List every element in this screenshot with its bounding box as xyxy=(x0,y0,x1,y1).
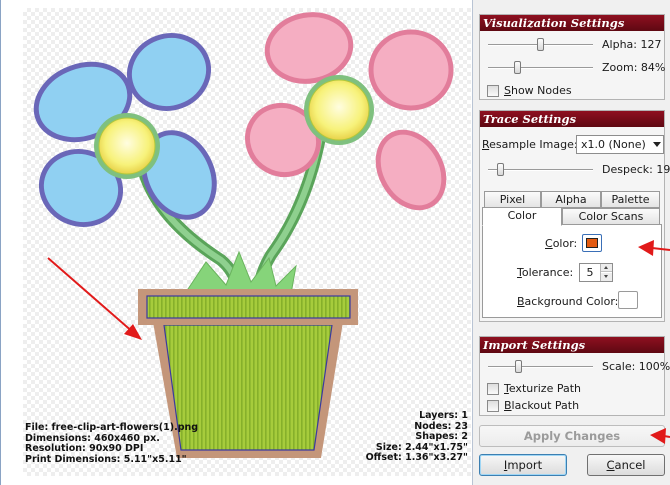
despeck-row: Despeck: 19 xyxy=(480,161,670,179)
trace-settings-group: Trace Settings Resample Image: x1.0 (Non… xyxy=(479,110,670,322)
selected-color-swatch xyxy=(586,238,598,248)
scale-row: Scale: 100% xyxy=(480,358,670,376)
shapes-count: Shapes: 2 xyxy=(415,431,468,442)
zoom-slider-thumb[interactable] xyxy=(514,61,521,74)
file-info: File: free-clip-art-flowers(1).png Dimen… xyxy=(25,422,199,465)
visualization-settings-group: Visualization Settings Alpha: 127 Zoom: … xyxy=(479,14,665,100)
dropdown-arrow-icon xyxy=(653,142,661,147)
tolerance-value[interactable]: 5 xyxy=(580,264,600,281)
tab-palette[interactable]: Palette xyxy=(601,191,660,208)
file-resolution: Resolution: 90x90 DPI xyxy=(25,443,144,454)
settings-panel: Visualization Settings Alpha: 127 Zoom: … xyxy=(472,0,670,485)
color-tab-panel: Color: Tolerance: 5 Background Color: xyxy=(482,224,662,318)
alpha-row: Alpha: 127 xyxy=(480,36,664,54)
background-color-label: Background Color: xyxy=(517,295,619,308)
scale-slider-thumb[interactable] xyxy=(515,360,522,373)
trace-settings-title: Trace Settings xyxy=(480,111,664,127)
import-settings-group: Import Settings Scale: 100% Texturize Pa… xyxy=(479,336,670,416)
background-color-button[interactable] xyxy=(618,291,638,309)
tolerance-spin-buttons xyxy=(600,264,612,281)
zoom-row: Zoom: 84% xyxy=(480,59,666,77)
texturize-path-checkbox[interactable] xyxy=(487,383,499,395)
tolerance-label: Tolerance: xyxy=(517,266,574,279)
leaves xyxy=(185,250,297,295)
color-label: Color: xyxy=(545,237,578,250)
tab-color-scans[interactable]: Color Scans xyxy=(562,208,660,225)
tolerance-stepper[interactable]: 5 xyxy=(579,263,613,282)
show-nodes-checkbox[interactable] xyxy=(487,85,499,97)
spin-up-icon[interactable] xyxy=(601,264,612,272)
trace-preview-canvas[interactable]: File: free-clip-art-flowers(1).png Dimen… xyxy=(0,0,472,485)
zoom-slider-track[interactable] xyxy=(488,67,593,69)
print-dimensions: Print Dimensions: 5.11"x5.11" xyxy=(25,453,187,465)
tab-color[interactable]: Color xyxy=(482,207,562,226)
scale-slider-track[interactable] xyxy=(488,366,593,368)
scale-label: Scale: 100% xyxy=(602,360,670,373)
import-button[interactable]: Import xyxy=(479,454,567,476)
despeck-label: Despeck: 19 xyxy=(602,163,670,176)
tab-pixel[interactable]: Pixel xyxy=(484,191,541,208)
alpha-slider-thumb[interactable] xyxy=(537,38,544,51)
resample-image-label: Resample Image: xyxy=(482,138,578,151)
texturize-path-label[interactable]: Texturize Path xyxy=(504,382,581,395)
despeck-slider-thumb[interactable] xyxy=(497,163,504,176)
resample-image-dropdown[interactable]: x1.0 (None) xyxy=(576,135,664,154)
pink-flower-center xyxy=(304,75,374,145)
color-picker-button[interactable] xyxy=(582,234,602,252)
tab-alpha[interactable]: Alpha xyxy=(541,191,601,208)
blackout-path-label[interactable]: Blackout Path xyxy=(504,399,579,412)
show-nodes-label[interactable]: Show Nodes xyxy=(504,84,572,97)
resample-image-value: x1.0 (None) xyxy=(581,138,646,151)
blue-flower-center xyxy=(94,113,160,179)
spin-down-icon[interactable] xyxy=(601,273,612,281)
visualization-settings-title: Visualization Settings xyxy=(480,15,664,31)
trace-offset: Offset: 1.36"x3.27" xyxy=(365,452,468,463)
import-settings-title: Import Settings xyxy=(480,337,664,353)
layers-count: Layers: 1 xyxy=(419,410,468,421)
blackout-path-checkbox[interactable] xyxy=(487,400,499,412)
zoom-label: Zoom: 84% xyxy=(602,61,666,74)
color-label-rest: olor: xyxy=(552,237,578,250)
cancel-button[interactable]: Cancel xyxy=(587,454,665,476)
file-name: File: free-clip-art-flowers(1).png xyxy=(25,422,199,433)
apply-changes-button[interactable]: Apply Changes xyxy=(479,425,665,447)
alpha-label: Alpha: 127 xyxy=(602,38,662,51)
trace-info: Layers: 1 Nodes: 23 Shapes: 2 Size: 2.44… xyxy=(365,410,468,464)
